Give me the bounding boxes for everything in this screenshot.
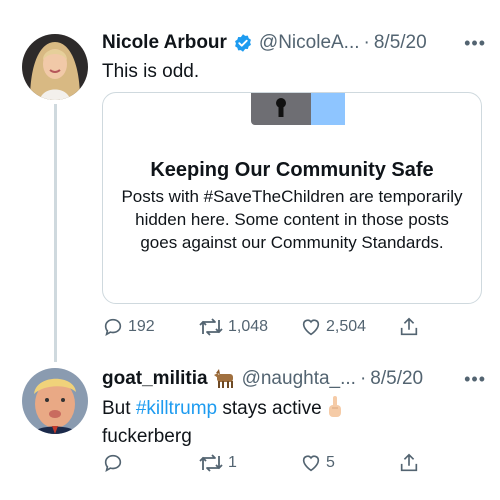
avatar-goat-militia[interactable] <box>22 368 88 434</box>
tweet-text-after: stays active <box>217 398 327 419</box>
retweet-count: 1 <box>228 454 237 471</box>
hashtag-link[interactable]: #killtrump <box>136 398 217 419</box>
retweet-button[interactable]: 1,048 <box>198 316 268 338</box>
retweet-icon <box>199 318 223 336</box>
share-icon <box>400 317 418 336</box>
tweet-header: Nicole Arbour @NicoleA... · 8/5/20 ••• <box>102 32 486 54</box>
lock-image <box>251 93 311 125</box>
action-bar: 1 5 <box>102 452 432 478</box>
share-button[interactable] <box>398 316 420 338</box>
retweet-count: 1,048 <box>228 318 269 335</box>
reply-button[interactable] <box>102 452 128 474</box>
tweet-header: goat_militia @naughta_... · 8/5/20 ••• <box>102 368 486 390</box>
community-notice-card[interactable]: Keeping Our Community Safe Posts with #S… <box>102 92 482 304</box>
share-icon <box>400 453 418 472</box>
more-options-icon[interactable]: ••• <box>464 32 486 54</box>
action-bar: 192 1,048 2,504 <box>102 316 432 342</box>
tweet-goat-militia[interactable]: goat_militia @naughta_... · 8/5/20 ••• B… <box>0 360 500 500</box>
goat-emoji-icon <box>213 369 236 389</box>
handle[interactable]: @naughta_... <box>242 368 356 390</box>
like-count: 5 <box>326 454 335 471</box>
middle-finger-emoji-icon <box>327 396 343 425</box>
heart-icon <box>302 455 320 472</box>
tweet-text: This is odd. <box>102 61 200 82</box>
reply-icon <box>104 318 122 337</box>
blue-image-block <box>311 93 345 125</box>
reply-count: 192 <box>128 318 155 335</box>
verified-badge-icon <box>233 33 253 53</box>
tweet-text-before: But <box>102 398 136 419</box>
avatar-nicole[interactable] <box>22 34 88 100</box>
thread-line <box>54 104 57 362</box>
like-button[interactable]: 2,504 <box>300 316 366 338</box>
separator-dot: · <box>363 32 370 53</box>
reply-icon <box>104 454 122 473</box>
separator-dot: · <box>359 368 367 389</box>
like-count: 2,504 <box>326 318 367 335</box>
tweet-text: But #killtrump stays active fuckerberg <box>102 396 480 449</box>
card-title: Keeping Our Community Safe <box>150 159 434 181</box>
like-button[interactable]: 5 <box>300 452 335 474</box>
timestamp[interactable]: 8/5/20 <box>374 32 427 54</box>
heart-icon <box>302 319 320 336</box>
keyhole-icon <box>276 98 286 117</box>
retweet-button[interactable]: 1 <box>198 452 237 474</box>
tweet-nicole[interactable]: Nicole Arbour @NicoleA... · 8/5/20 ••• T… <box>0 0 500 362</box>
display-name[interactable]: goat_militia <box>102 368 208 390</box>
tweet-text-line2: fuckerberg <box>102 426 192 447</box>
handle[interactable]: @NicoleA... <box>259 32 360 54</box>
share-button[interactable] <box>398 452 420 474</box>
more-options-icon[interactable]: ••• <box>464 368 486 390</box>
card-body: Posts with #SaveTheChildren are temporar… <box>121 187 463 252</box>
retweet-icon <box>199 454 223 472</box>
reply-button[interactable]: 192 <box>102 316 155 338</box>
display-name[interactable]: Nicole Arbour <box>102 32 227 54</box>
timestamp[interactable]: 8/5/20 <box>370 368 423 390</box>
